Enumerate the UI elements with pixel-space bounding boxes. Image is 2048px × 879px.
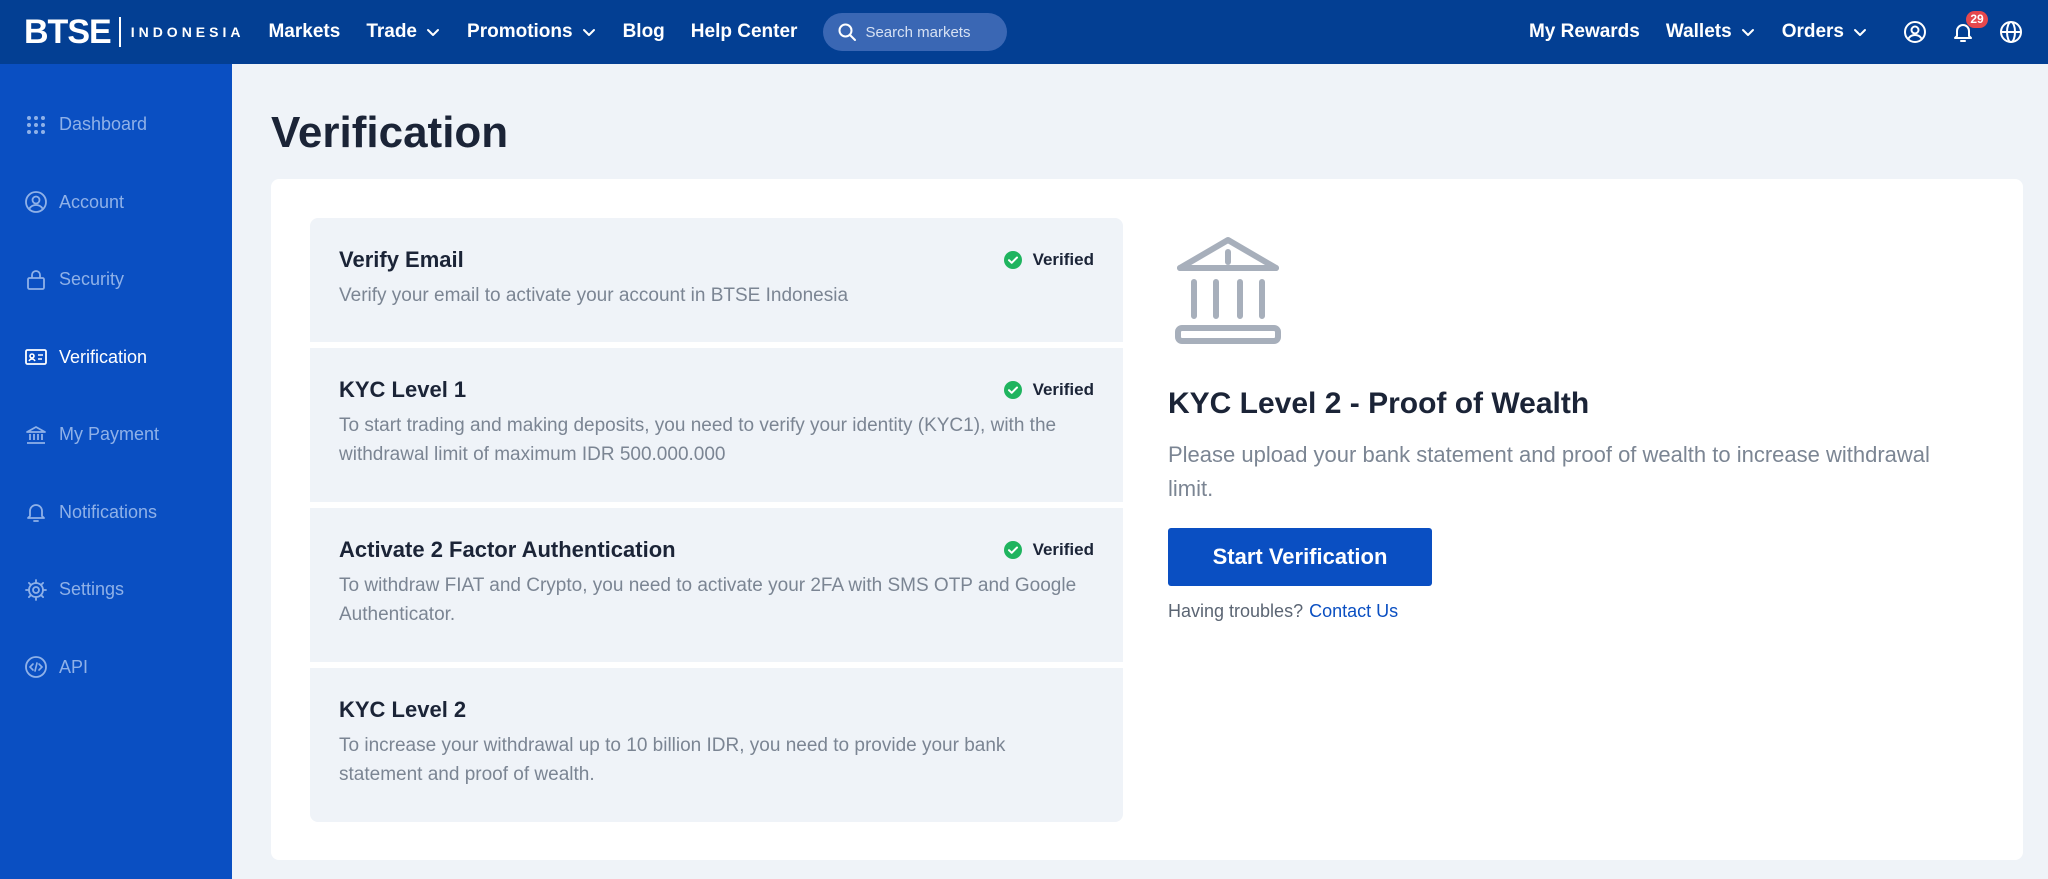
nav-blog-label: Blog [622, 21, 665, 42]
btse-logo[interactable]: BTSE INDONESIA [24, 0, 244, 64]
sidebar: Dashboard Account Security Verification … [0, 64, 232, 879]
check-circle-icon [1003, 381, 1022, 399]
main-content: Verification Verify Email Verify your em… [232, 64, 2048, 879]
status-label: Verified [1032, 380, 1094, 399]
code-icon [25, 656, 47, 679]
chevron-down-icon [1854, 29, 1866, 36]
status-badge: Verified [1003, 250, 1094, 270]
step-title: Activate 2 Factor Authentication [339, 537, 676, 562]
step-activate-2fa: Activate 2 Factor Authentication To with… [310, 508, 1123, 662]
sidebar-item-api[interactable]: API [0, 629, 232, 707]
start-verification-button[interactable]: Start Verification [1168, 528, 1432, 586]
bank-icon [26, 425, 46, 444]
nav-markets[interactable]: Markets [268, 21, 340, 43]
notification-badge: 29 [1966, 11, 1988, 28]
nav-promotions-label: Promotions [467, 21, 573, 42]
step-title: Verify Email [339, 247, 464, 272]
lock-icon [27, 269, 45, 290]
verification-card: Verify Email Verify your email to activa… [271, 179, 2023, 860]
sidebar-item-settings[interactable]: Settings [0, 551, 232, 629]
nav-promotions[interactable]: Promotions [467, 21, 597, 43]
sidebar-item-label: Notifications [59, 501, 158, 522]
bank-icon [1175, 237, 1281, 344]
kyc-panel-description: Please upload your bank statement and pr… [1168, 442, 1930, 501]
step-title: KYC Level 2 [339, 697, 467, 722]
help-line: Having troubles? Contact Us [1168, 601, 1958, 622]
logo-region: INDONESIA [130, 24, 245, 40]
status-badge: Verified [1003, 540, 1094, 560]
bell-icon [27, 504, 45, 523]
nav-wallets-label: Wallets [1665, 21, 1732, 42]
nav-orders-label: Orders [1781, 21, 1844, 42]
user-circle-icon [1904, 21, 1926, 43]
nav-wallets[interactable]: Wallets [1666, 21, 1756, 43]
chevron-down-icon [582, 29, 595, 36]
step-description: To start trading and making deposits, yo… [339, 415, 1057, 465]
verification-steps: Verify Email Verify your email to activa… [310, 218, 1123, 822]
sidebar-item-verification[interactable]: Verification [0, 319, 232, 397]
search-icon [838, 23, 857, 41]
nav-orders[interactable]: Orders [1782, 21, 1868, 43]
nav-help-center-label: Help Center [690, 21, 798, 42]
globe-icon [2000, 21, 2022, 43]
status-badge: Verified [1003, 380, 1094, 400]
step-kyc-level-1: KYC Level 1 To start trading and making … [310, 348, 1123, 502]
search-input[interactable] [865, 23, 996, 41]
sidebar-item-label: Account [59, 191, 125, 212]
logo-wordmark: BTSE [24, 12, 112, 51]
search-box[interactable] [823, 13, 1008, 51]
kyc-level-2-panel: KYC Level 2 - Proof of Wealth Please upl… [1168, 232, 1958, 622]
user-icon [25, 191, 47, 214]
check-circle-icon [1003, 541, 1022, 559]
nav-blog[interactable]: Blog [623, 21, 665, 43]
chevron-down-icon [1741, 29, 1754, 36]
profile-button[interactable] [1902, 19, 1928, 45]
notifications-button[interactable]: 29 [1950, 11, 1988, 45]
nav-my-rewards[interactable]: My Rewards [1529, 21, 1640, 43]
step-description: To increase your withdrawal up to 10 bil… [339, 735, 1006, 785]
contact-us-link[interactable]: Contact Us [1309, 601, 1398, 621]
sidebar-item-label: API [59, 656, 89, 677]
main-nav: Markets Trade Promotions Blog Help Cente… [268, 0, 1008, 64]
step-description: Verify your email to activate your accou… [339, 285, 849, 306]
nav-markets-label: Markets [268, 21, 341, 42]
check-circle-icon [1003, 251, 1022, 269]
sidebar-item-notifications[interactable]: Notifications [0, 474, 232, 552]
step-verify-email: Verify Email Verify your email to activa… [310, 218, 1123, 342]
chevron-down-icon [427, 29, 440, 36]
page-title: Verification [271, 108, 509, 157]
gear-icon [25, 578, 47, 601]
sidebar-item-security[interactable]: Security [0, 241, 232, 319]
status-label: Verified [1032, 250, 1094, 269]
sidebar-item-label: Settings [59, 579, 125, 600]
step-title: KYC Level 1 [339, 377, 467, 402]
help-text: Having troubles? [1168, 601, 1304, 621]
nav-my-rewards-label: My Rewards [1528, 21, 1640, 42]
nav-trade-label: Trade [366, 21, 418, 42]
sidebar-item-label: Security [59, 269, 125, 290]
status-label: Verified [1032, 540, 1094, 559]
kyc-panel-title: KYC Level 2 - Proof of Wealth [1168, 387, 1590, 420]
id-card-icon [25, 349, 47, 366]
right-nav: My Rewards Wallets Orders 29 [1529, 0, 2024, 64]
step-kyc-level-2: KYC Level 2 To increase your withdrawal … [310, 668, 1123, 822]
language-button[interactable] [1998, 19, 2024, 45]
step-description: To withdraw FIAT and Crypto, you need to… [339, 575, 1077, 625]
grid-icon [27, 115, 45, 134]
logo-divider [118, 17, 121, 47]
nav-trade[interactable]: Trade [366, 21, 441, 43]
sidebar-item-label: Dashboard [59, 114, 148, 135]
nav-help-center[interactable]: Help Center [691, 21, 798, 43]
sidebar-item-my-payment[interactable]: My Payment [0, 396, 232, 474]
sidebar-item-dashboard[interactable]: Dashboard [0, 86, 232, 164]
top-navigation-bar: BTSE INDONESIA Markets Trade Promotions … [0, 0, 2048, 64]
sidebar-item-label: Verification [59, 346, 148, 367]
sidebar-item-label: My Payment [59, 424, 160, 445]
sidebar-item-account[interactable]: Account [0, 164, 232, 242]
